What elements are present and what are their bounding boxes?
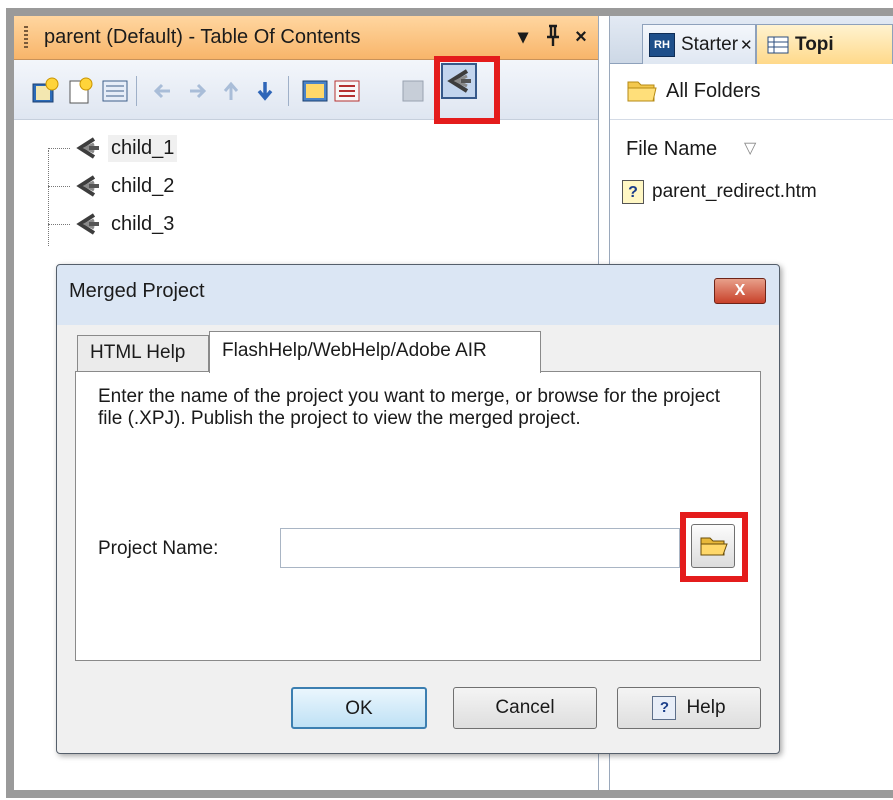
folder-label: All Folders [666, 80, 761, 102]
tree-item-label: child_1 [108, 134, 178, 162]
auto-create-book-icon[interactable] [300, 76, 328, 104]
column-label: File Name [626, 138, 718, 160]
pane-close-button[interactable]: × [568, 23, 594, 51]
pin-icon[interactable] [540, 23, 566, 51]
merged-project-icon [76, 137, 99, 159]
tab-label: Starter [681, 33, 739, 55]
move-down-icon[interactable] [250, 76, 278, 104]
tab-topics[interactable]: Topi [756, 24, 893, 64]
toolbar-separator [288, 76, 289, 106]
screenshot-frame: parent (Default) - Table Of Contents ▾ × [0, 0, 893, 800]
toc-properties-icon[interactable] [332, 76, 360, 104]
move-up-icon[interactable] [216, 76, 244, 104]
merged-project-dialog: Merged Project X HTML Help FlashHelp/Web… [56, 264, 780, 754]
instructions-text: Enter the name of the project you want t… [98, 386, 721, 429]
document-tabstrip: RH Starter ✕ Topi [610, 16, 893, 64]
auto-create-toc-icon[interactable] [100, 76, 128, 104]
dialog-body: HTML Help FlashHelp/WebHelp/Adobe AIR En… [65, 325, 771, 747]
move-left-icon[interactable] [148, 76, 176, 104]
grip-handle[interactable] [24, 26, 28, 50]
browse-highlight-box [680, 512, 748, 582]
toolbar-separator [136, 76, 137, 106]
tab-html-help[interactable]: HTML Help [77, 335, 209, 371]
tree-item-child-1[interactable]: child_1 [48, 130, 178, 166]
tree-item-child-2[interactable]: child_2 [48, 168, 177, 204]
merged-project-icon [76, 213, 99, 235]
toc-title: parent (Default) - Table Of Contents [44, 26, 361, 48]
pane-dropdown-button[interactable]: ▾ [510, 23, 536, 51]
topic-list-icon [767, 36, 789, 53]
disabled-action-icon[interactable] [398, 76, 426, 104]
tree-item-child-3[interactable]: child_3 [48, 206, 177, 242]
folder-icon [627, 81, 657, 102]
tree-item-label: child_3 [111, 212, 175, 235]
tab-starter[interactable]: RH Starter ✕ [642, 24, 756, 64]
cancel-button[interactable]: Cancel [453, 687, 597, 729]
help-file-icon: ? [622, 180, 644, 204]
tree-connector [48, 223, 70, 225]
project-name-label: Project Name: [98, 538, 219, 559]
file-name-column-header[interactable]: File Name ▽ [610, 130, 893, 172]
help-button-label: Help [686, 697, 726, 718]
move-right-icon[interactable] [182, 76, 210, 104]
tab-close-icon[interactable]: ✕ [740, 36, 753, 54]
project-name-input[interactable] [280, 528, 680, 568]
rh-logo-icon: RH [649, 32, 675, 57]
file-name: parent_redirect.htm [652, 181, 817, 202]
merged-project-icon [76, 175, 99, 197]
dialog-close-button[interactable]: X [714, 278, 766, 304]
help-icon: ? [652, 695, 677, 720]
tree-connector [48, 185, 70, 187]
toc-toolbar [14, 60, 598, 120]
help-button[interactable]: ? Help [617, 687, 761, 729]
tab-label: Topi [795, 33, 834, 55]
ok-button[interactable]: OK [291, 687, 427, 729]
dialog-title: Merged Project [69, 280, 205, 302]
tab-flashhelp-webhelp-air[interactable]: FlashHelp/WebHelp/Adobe AIR [209, 331, 541, 373]
toolbar-highlight-box [434, 56, 500, 124]
file-row[interactable]: ? parent_redirect.htm [622, 176, 817, 208]
tree-item-label: child_2 [111, 174, 175, 197]
new-book-icon[interactable] [30, 76, 59, 104]
new-page-icon[interactable] [64, 76, 93, 104]
folder-selector[interactable]: All Folders [610, 64, 893, 120]
toc-title-bar[interactable]: parent (Default) - Table Of Contents ▾ × [14, 16, 598, 60]
sort-arrow-icon: ▽ [744, 140, 757, 157]
tab-page: Enter the name of the project you want t… [75, 371, 761, 661]
tree-connector [48, 147, 70, 149]
